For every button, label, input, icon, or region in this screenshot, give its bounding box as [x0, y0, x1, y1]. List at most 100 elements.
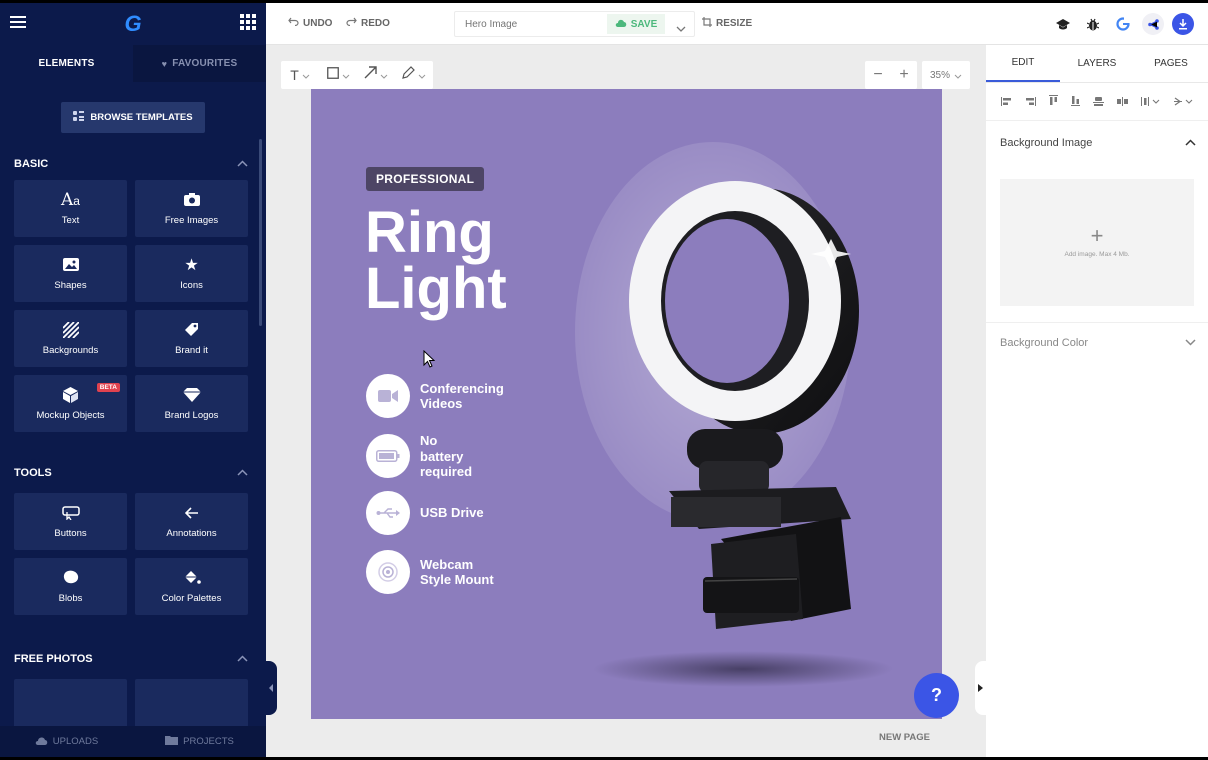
tile-icons[interactable]: ★ Icons [135, 245, 248, 302]
text-tool[interactable]: T [281, 66, 319, 84]
save-label: SAVE [630, 18, 658, 30]
collapse-sidebar-button[interactable] [266, 661, 277, 715]
zoom-buttons: − + [865, 61, 917, 89]
tile-color-palettes[interactable]: Color Palettes [135, 558, 248, 615]
tile-label: Brand it [175, 344, 208, 356]
hero-title[interactable]: Ring Light [365, 204, 507, 318]
star-icon: ★ [184, 256, 199, 274]
tile-buttons[interactable]: Buttons [14, 493, 127, 550]
undo-icon [288, 17, 299, 29]
collapse-right-panel-button[interactable] [975, 661, 986, 715]
align-top-icon[interactable] [1048, 93, 1058, 111]
tab-elements[interactable]: ELEMENTS [0, 45, 133, 82]
app-logo[interactable]: G [124, 11, 141, 37]
pen-tool[interactable] [395, 66, 433, 84]
sidebar-bottom-bar: UPLOADS PROJECTS [0, 726, 266, 757]
new-page-button[interactable]: NEW PAGE [879, 732, 930, 743]
beta-badge: BETA [96, 383, 120, 392]
background-image-upload[interactable]: + Add image. Max 4 Mb. [1000, 179, 1194, 306]
background-color-label: Background Color [1000, 337, 1089, 349]
share-icon[interactable] [1142, 13, 1164, 35]
feature-line: Style Mount [420, 572, 494, 587]
shape-tool[interactable] [319, 66, 357, 84]
save-button[interactable]: SAVE [607, 14, 665, 34]
tile-blobs[interactable]: Blobs [14, 558, 127, 615]
chevron-up-icon[interactable] [237, 653, 248, 665]
zoom-select[interactable]: 35% [922, 61, 970, 89]
section-free-photos-title: FREE PHOTOS [14, 653, 93, 665]
download-icon[interactable] [1172, 13, 1194, 35]
tile-backgrounds[interactable]: Backgrounds [14, 310, 127, 367]
feature-item[interactable]: No battery required [366, 433, 472, 480]
feature-text: No battery required [420, 433, 472, 480]
chevron-down-icon[interactable] [1185, 337, 1196, 349]
upload-hint: Add image. Max 4 Mb. [1064, 251, 1130, 258]
align-bottom-icon[interactable] [1070, 93, 1080, 111]
tab-edit[interactable]: EDIT [986, 45, 1060, 82]
help-button[interactable]: ? [914, 673, 959, 718]
tile-shapes[interactable]: Shapes [14, 245, 127, 302]
distribute-icon[interactable] [1140, 93, 1161, 111]
background-image-header[interactable]: Background Image [986, 123, 1208, 163]
align-center-horizontal-icon[interactable] [1092, 93, 1104, 111]
section-basic-header[interactable]: BASIC [0, 152, 266, 176]
feature-line: No [420, 433, 438, 448]
browse-templates-button[interactable]: BROWSE TEMPLATES [61, 101, 205, 133]
tile-free-images[interactable]: Free Images [135, 180, 248, 237]
chevron-left-icon [269, 679, 274, 697]
tile-text[interactable]: Aa Text [14, 180, 127, 237]
tile-label: Icons [180, 279, 203, 291]
project-title-input[interactable] [455, 18, 605, 30]
image-icon [62, 257, 79, 273]
google-icon[interactable] [1112, 13, 1134, 35]
projects-button[interactable]: PROJECTS [133, 726, 266, 757]
chevron-up-icon[interactable] [1185, 137, 1196, 149]
tab-favourites[interactable]: ♥ FAVOURITES [133, 45, 266, 82]
sidebar-scrollbar[interactable] [259, 139, 262, 326]
arrow-tool[interactable] [357, 66, 395, 84]
mouse-cursor-icon [423, 350, 435, 368]
align-right-icon[interactable] [1025, 93, 1036, 111]
graduation-cap-icon[interactable] [1052, 13, 1074, 35]
feature-item[interactable]: Conferencing Videos [366, 374, 504, 418]
tab-pages[interactable]: PAGES [1134, 45, 1208, 82]
zoom-out-button[interactable]: − [873, 66, 882, 84]
tile-brand-it[interactable]: Brand it [135, 310, 248, 367]
chevron-up-icon[interactable] [237, 467, 248, 479]
align-left-icon[interactable] [1000, 93, 1012, 111]
background-color-header[interactable]: Background Color [986, 323, 1208, 363]
bug-icon[interactable] [1082, 13, 1104, 35]
apps-grid-icon[interactable] [240, 13, 256, 35]
redo-button[interactable]: REDO [346, 17, 390, 29]
more-align-icon[interactable] [1173, 93, 1194, 111]
tile-label: Blobs [58, 592, 83, 604]
app-window: G ELEMENTS ♥ FAVOURITES BROWSE TEMPLATES… [0, 3, 1208, 757]
chevron-down-icon[interactable] [676, 20, 686, 38]
uploads-button[interactable]: UPLOADS [0, 726, 133, 757]
tile-annotations[interactable]: Annotations [135, 493, 248, 550]
artboard[interactable]: PROFESSIONAL Ring Light Conferencing Vid… [311, 89, 942, 719]
cloud-upload-icon [35, 736, 48, 748]
zoom-in-button[interactable]: + [899, 66, 908, 84]
tab-layers[interactable]: LAYERS [1060, 45, 1134, 82]
section-free-photos-header[interactable]: FREE PHOTOS [0, 647, 266, 671]
chevron-up-icon[interactable] [237, 158, 248, 170]
square-icon [326, 66, 339, 84]
section-tools-header[interactable]: TOOLS [0, 461, 266, 485]
feature-item[interactable]: Webcam Style Mount [366, 550, 494, 594]
hamburger-menu-icon[interactable] [10, 15, 26, 33]
tile-label: Text [61, 214, 80, 226]
tile-mockup-objects[interactable]: BETA Mockup Objects [14, 375, 127, 432]
video-camera-icon [366, 374, 410, 418]
align-center-vertical-icon[interactable] [1116, 93, 1128, 111]
section-basic-title: BASIC [14, 158, 49, 170]
professional-badge[interactable]: PROFESSIONAL [366, 167, 485, 191]
button-icon [61, 505, 80, 521]
undo-button[interactable]: UNDO [288, 17, 332, 29]
feature-text: Conferencing Videos [420, 381, 504, 412]
tile-brand-logos[interactable]: Brand Logos [135, 375, 248, 432]
sidebar-tabs: ELEMENTS ♥ FAVOURITES [0, 45, 266, 82]
resize-button[interactable]: RESIZE [702, 17, 752, 30]
feature-item[interactable]: USB Drive [366, 491, 484, 535]
tile-label: Mockup Objects [36, 409, 105, 421]
